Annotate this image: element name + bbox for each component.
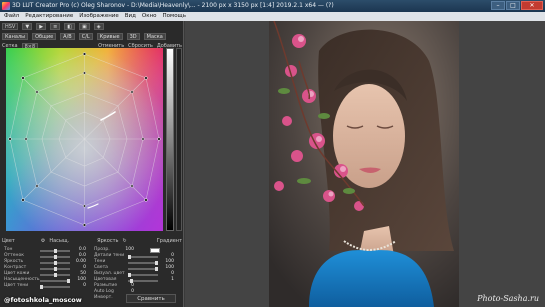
portrait-photo xyxy=(269,21,459,307)
toolbar-tabs: Каналы Общие A/B C/L Кривые 3D Маска xyxy=(2,32,182,40)
split-icon[interactable]: ◧ xyxy=(64,22,76,30)
tab-ab[interactable]: A/B xyxy=(60,32,75,40)
toolbar-main: HSV ▼ ▶ ≡ ◧ ▣ ◈ xyxy=(2,22,182,30)
window-controls: – □ ✕ xyxy=(491,1,543,10)
tab-channels[interactable]: Каналы xyxy=(2,32,29,40)
control-slider[interactable] xyxy=(128,273,158,277)
tab-mask[interactable]: Маска xyxy=(143,32,166,40)
menu-edit[interactable]: Редактирование xyxy=(25,12,73,21)
image-viewer[interactable]: Photo-Sasha.ru xyxy=(185,21,545,307)
menu-view[interactable]: Вид xyxy=(125,12,136,21)
gradient-mode-label[interactable]: Градиент xyxy=(157,237,182,245)
tab-cl[interactable]: C/L xyxy=(78,32,93,40)
color-model-select[interactable]: HSV xyxy=(2,22,19,30)
tab-curves[interactable]: Кривые xyxy=(96,32,123,40)
preview-image xyxy=(269,21,459,307)
color-grid-graphic[interactable] xyxy=(6,48,163,231)
tab-general[interactable]: Общие xyxy=(32,32,57,40)
control-slider[interactable] xyxy=(128,279,158,283)
play-icon[interactable]: ▶ xyxy=(36,22,47,30)
color-grid[interactable] xyxy=(6,48,163,231)
left-panel: HSV ▼ ▶ ≡ ◧ ▣ ◈ Каналы Общие A/B C/L Кри… xyxy=(0,21,184,307)
control-value[interactable]: 1 xyxy=(160,277,174,283)
control-slider[interactable] xyxy=(40,273,70,277)
close-button[interactable]: ✕ xyxy=(521,1,543,10)
diamond-icon[interactable]: ◈ xyxy=(93,22,104,30)
watermark-text: Photo-Sasha.ru xyxy=(477,294,539,303)
control-slider[interactable] xyxy=(40,255,70,259)
brightness-mode-label[interactable]: Яркость xyxy=(97,237,118,245)
menu-window[interactable]: Окно xyxy=(142,12,157,21)
lightness-bar[interactable] xyxy=(166,48,174,231)
control-slider[interactable] xyxy=(128,255,158,259)
menu-file[interactable]: Файл xyxy=(4,12,19,21)
tab-3d[interactable]: 3D xyxy=(126,32,140,40)
control-slider[interactable] xyxy=(128,261,158,265)
hue-mode-label[interactable]: Цвет xyxy=(2,237,15,245)
control-slider[interactable] xyxy=(40,285,70,289)
dropdown-icon[interactable]: ▼ xyxy=(22,22,33,30)
control-slider[interactable] xyxy=(128,267,158,271)
instagram-handle: @fotoshkola_moscow xyxy=(4,296,82,304)
menu-help[interactable]: Помощь xyxy=(163,12,186,21)
control-slider[interactable] xyxy=(40,279,70,283)
color-swatch[interactable] xyxy=(150,248,160,253)
compare-button[interactable]: Сравнить xyxy=(126,294,176,303)
app-icon xyxy=(2,2,10,10)
menu-image[interactable]: Изображение xyxy=(79,12,119,21)
settings-icon[interactable]: ⚙ xyxy=(41,237,45,245)
maximize-button[interactable]: □ xyxy=(506,1,520,10)
refresh-icon[interactable]: ↻ xyxy=(122,237,126,245)
control-slider[interactable] xyxy=(40,267,70,271)
control-slider[interactable] xyxy=(40,249,70,253)
control-label: Цвет тени xyxy=(4,283,29,288)
minimize-button[interactable]: – xyxy=(491,1,505,10)
grid-mode-row: Цвет ⚙ Насыщ. Яркость ↻ Градиент xyxy=(2,237,182,245)
control-slider[interactable] xyxy=(40,261,70,265)
window-title: 3D LUT Creator Pro (c) Oleg Sharonov - D… xyxy=(12,2,334,9)
saturation-mode-label[interactable]: Насыщ. xyxy=(49,237,69,245)
menu-bar: Файл Редактирование Изображение Вид Окно… xyxy=(0,12,545,21)
control-value[interactable]: 0 xyxy=(72,283,86,289)
control-label: Инверт. xyxy=(94,295,113,300)
window-titlebar: 3D LUT Creator Pro (c) Oleg Sharonov - D… xyxy=(0,0,545,12)
menu-icon[interactable]: ≡ xyxy=(50,22,61,30)
grid-scrollbar[interactable] xyxy=(176,48,182,231)
frame-icon[interactable]: ▣ xyxy=(79,22,90,30)
